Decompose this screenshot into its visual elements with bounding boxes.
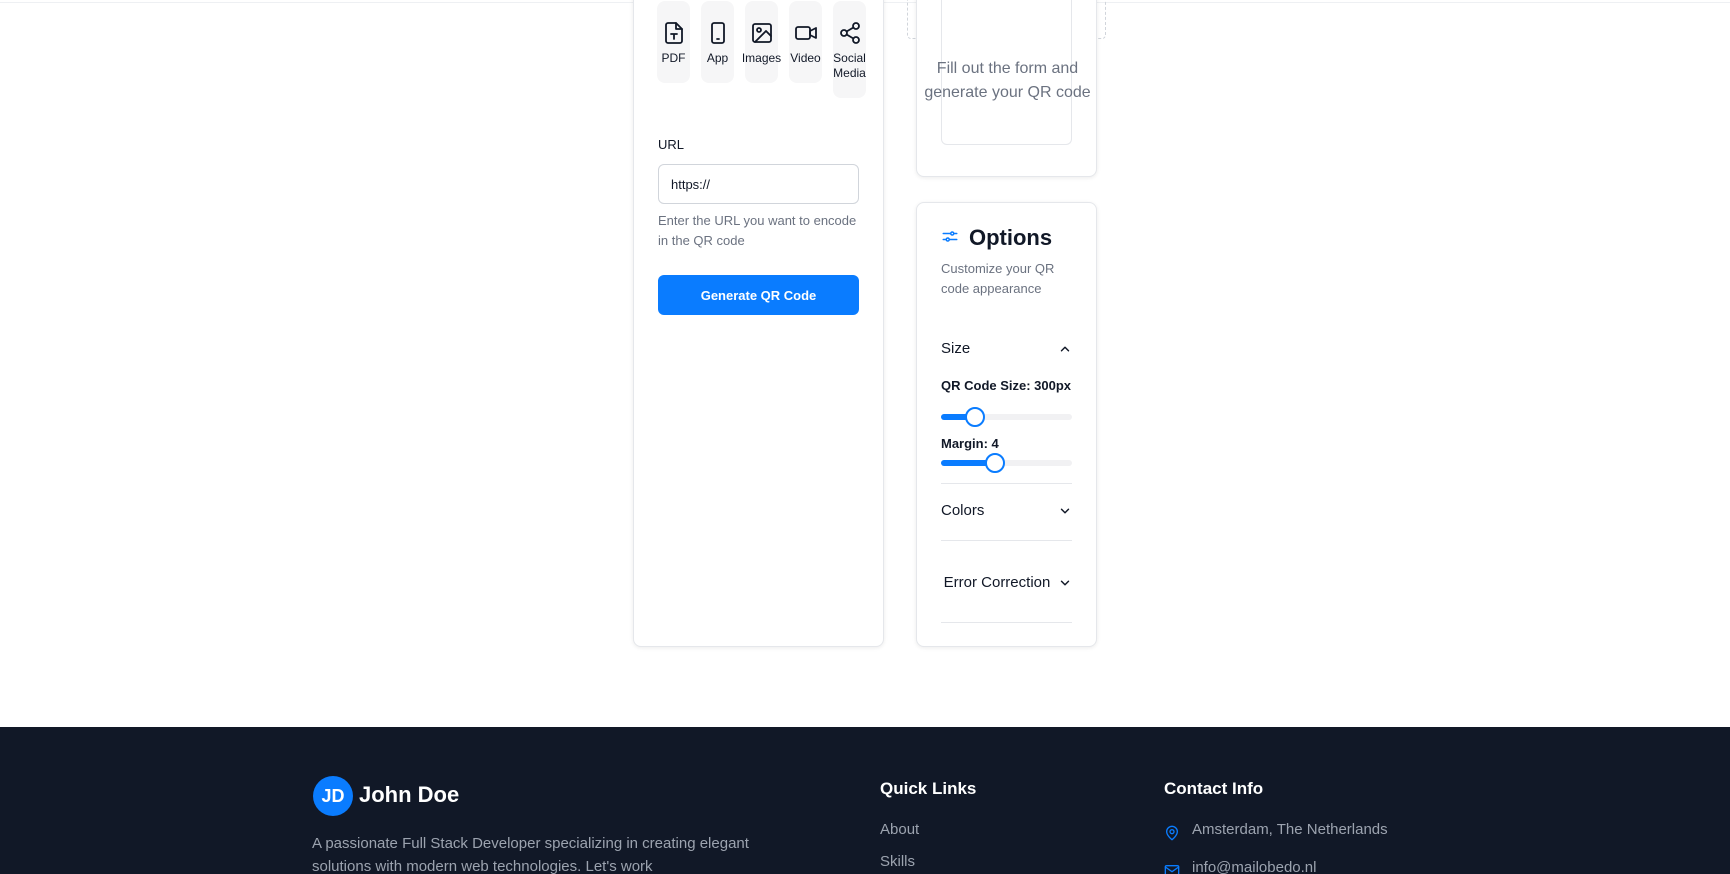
mobile-icon: [710, 22, 725, 44]
qr-size-slider-thumb[interactable]: [965, 407, 986, 427]
qr-type-label: Images: [741, 51, 782, 65]
generate-qr-button[interactable]: Generate QR Code: [658, 275, 859, 315]
chevron-up-icon: [1060, 346, 1070, 351]
footer-location: Amsterdam, The Netherlands: [1192, 821, 1388, 838]
qr-type-app[interactable]: App: [701, 1, 734, 83]
footer-brand-name: John Doe: [359, 782, 460, 807]
site-footer: JD John Doe A passionate Full Stack Deve…: [0, 727, 1730, 874]
contact-info-heading: Contact Info: [1164, 779, 1264, 798]
qr-type-label: Social Media: [833, 51, 866, 80]
video-icon: [794, 26, 817, 40]
options-title: Options: [969, 225, 1053, 250]
qr-type-selector: PDF App Images Video Social Media: [657, 1, 866, 98]
footer-link-about[interactable]: About: [880, 821, 919, 838]
qr-type-pdf[interactable]: PDF: [657, 1, 690, 83]
chevron-down-icon: [1060, 508, 1070, 513]
section-divider: [941, 483, 1072, 484]
qr-type-label: App: [706, 51, 729, 65]
qr-size-slider[interactable]: [941, 407, 1072, 427]
colors-accordion-toggle[interactable]: Colors: [941, 502, 1072, 519]
url-input[interactable]: [658, 164, 859, 204]
section-divider: [941, 622, 1072, 623]
url-help-text: Enter the URL you want to encode in the …: [658, 213, 857, 248]
error-correction-section-title: Error Correction: [943, 574, 1051, 591]
qr-form-card: PDF App Images Video Social Media URL En…: [633, 0, 884, 647]
quick-links-heading: Quick Links: [880, 779, 977, 798]
size-section-title: Size: [941, 340, 971, 357]
qr-type-video[interactable]: Video: [789, 1, 822, 83]
margin-slider-thumb[interactable]: [984, 453, 1005, 473]
avatar: JD: [313, 776, 353, 816]
qr-type-images[interactable]: Images: [741, 1, 782, 83]
size-accordion-toggle[interactable]: Size: [941, 340, 1072, 357]
qr-type-label: Video: [790, 51, 821, 65]
section-divider: [941, 540, 1072, 541]
margin-slider[interactable]: [941, 453, 1072, 473]
mail-icon: [1164, 865, 1180, 874]
share-icon: [839, 22, 860, 44]
image-icon: [751, 23, 772, 43]
footer-link-skills[interactable]: Skills: [880, 853, 915, 870]
qr-preview-placeholder: Fill out the form and generate your QR c…: [924, 60, 1091, 101]
sliders-icon: [942, 231, 958, 242]
qr-type-label: PDF: [661, 51, 686, 65]
footer-email[interactable]: info@mailobedo.nl: [1192, 859, 1316, 874]
chevron-down-icon: [1060, 580, 1070, 586]
qr-size-label: QR Code Size: 300px: [941, 378, 1072, 393]
colors-section-title: Colors: [941, 502, 985, 519]
error-correction-accordion-toggle[interactable]: Error Correction: [941, 559, 1072, 607]
footer-description: A passionate Full Stack Developer specia…: [312, 835, 749, 874]
options-subtitle: Customize your QR code appearance: [941, 261, 1055, 296]
margin-label: Margin: 4: [941, 436, 999, 451]
qr-type-social-media[interactable]: Social Media: [833, 1, 866, 98]
url-label: URL: [658, 137, 685, 152]
pdf-icon: [664, 22, 683, 44]
options-card: Options Customize your QR code appearanc…: [916, 202, 1097, 647]
qr-preview-card: Fill out the form and generate your QR c…: [916, 0, 1097, 177]
map-pin-icon: [1166, 825, 1178, 841]
